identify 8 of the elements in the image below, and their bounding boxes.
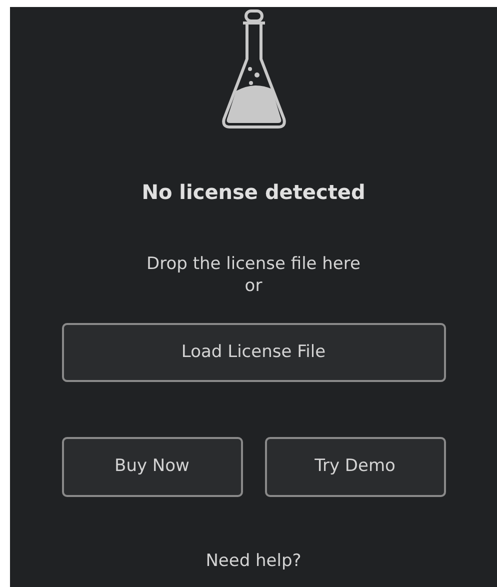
load-license-button[interactable]: Load License File — [62, 323, 446, 382]
try-demo-button[interactable]: Try Demo — [264, 437, 446, 497]
help-link[interactable]: Need help? — [206, 549, 302, 574]
flask-icon — [220, 9, 288, 131]
title: No license detected — [142, 179, 366, 206]
separator-text: or — [244, 275, 262, 297]
drop-hint: Drop the license file here — [146, 253, 360, 275]
buy-now-button[interactable]: Buy Now — [62, 437, 242, 497]
